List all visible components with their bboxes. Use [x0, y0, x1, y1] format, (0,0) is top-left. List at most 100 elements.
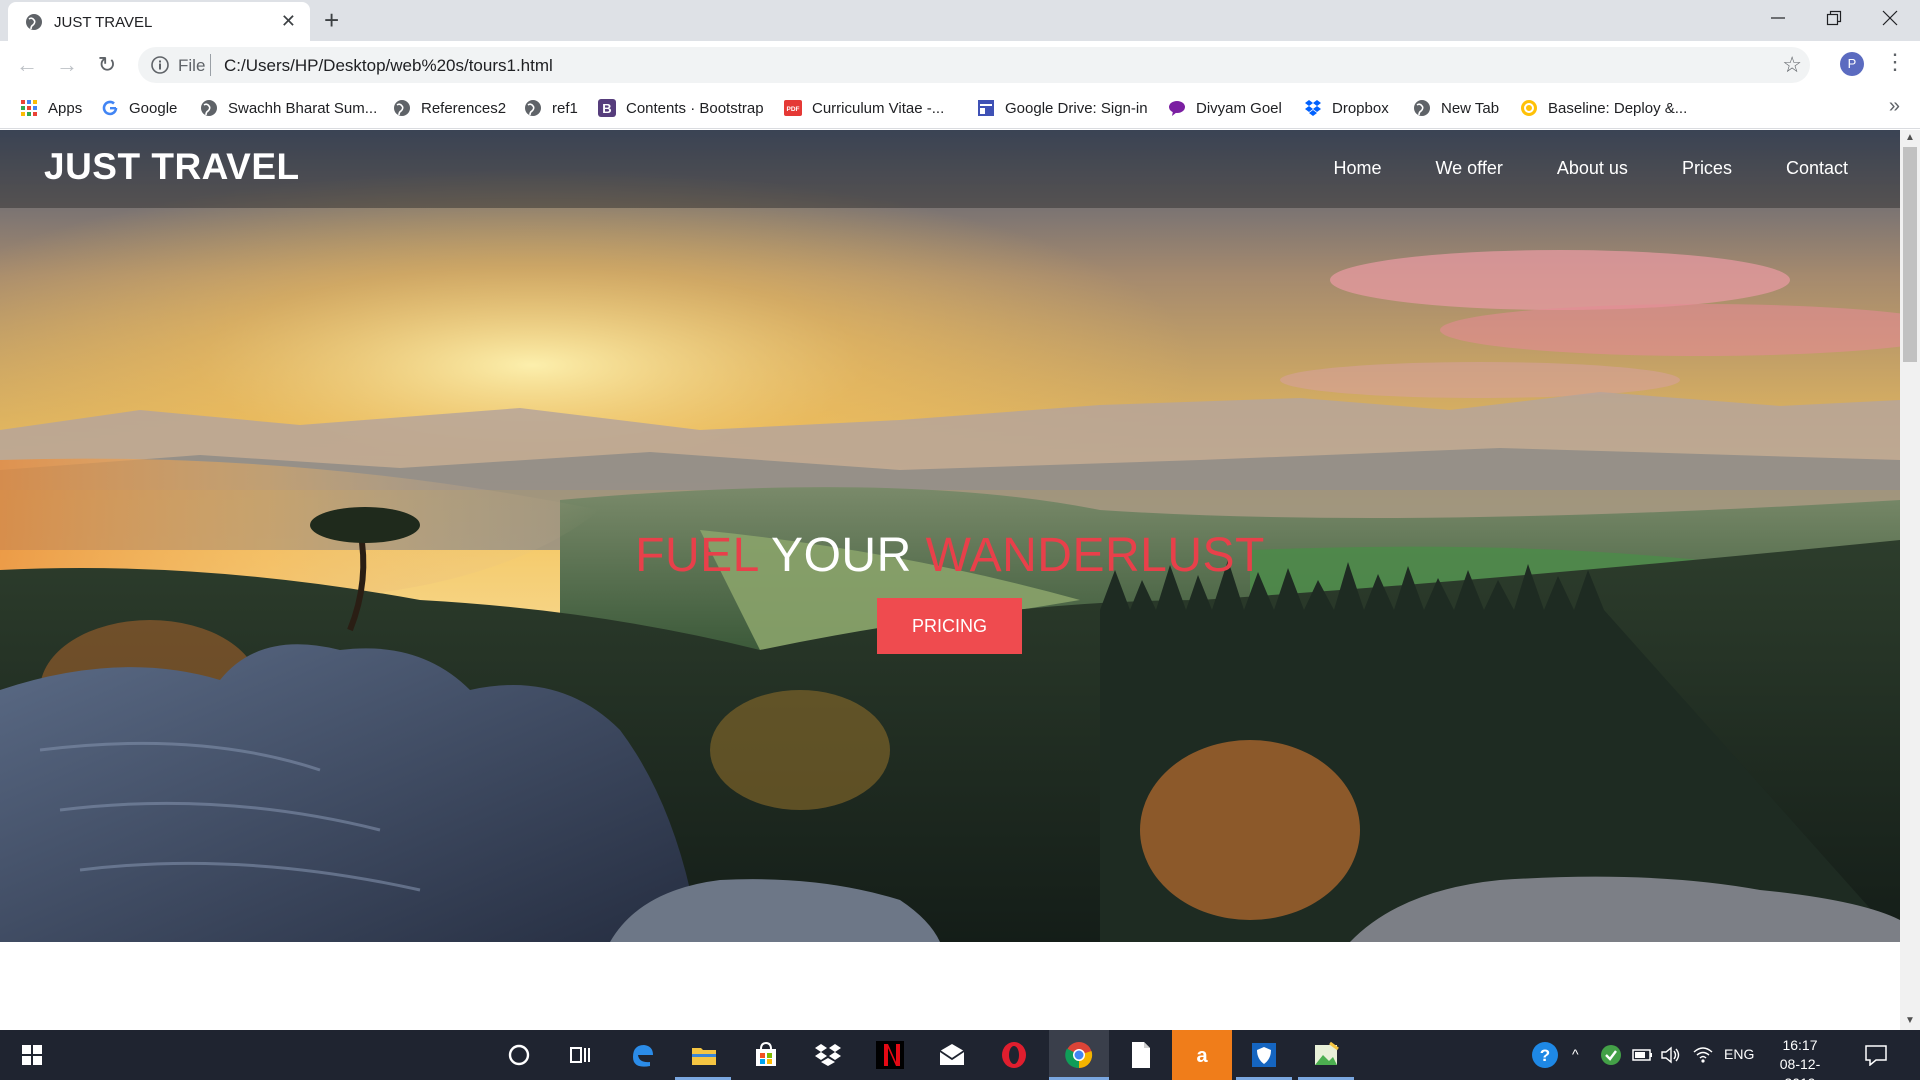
svg-text:PDF: PDF [787, 106, 800, 113]
scrollbar-thumb[interactable] [1903, 147, 1917, 362]
baseline-icon [1521, 100, 1537, 116]
edge-icon[interactable] [626, 1039, 658, 1071]
hero-section: JUST TRAVEL Home We offer About us Price… [0, 130, 1900, 942]
page-scrollbar[interactable]: ▲ ▼ [1900, 130, 1920, 1030]
nav-link-prices[interactable]: Prices [1682, 158, 1732, 179]
bookmark-dropbox[interactable]: Dropbox [1304, 99, 1389, 117]
bookmark-apps[interactable]: Apps [20, 99, 82, 117]
wifi-icon[interactable] [1692, 1045, 1714, 1065]
language-indicator[interactable]: ENG [1724, 1046, 1754, 1062]
notepad-icon[interactable] [1124, 1039, 1156, 1071]
browser-toolbar: ← → ↻ File C:/Users/HP/Desktop/web%20s/t… [0, 41, 1920, 89]
clock-time: 16:17 [1782, 1037, 1818, 1053]
url-scheme: File [178, 56, 206, 75]
bookmark-label: Google [129, 99, 178, 117]
mail-icon[interactable] [936, 1039, 968, 1071]
dropbox-icon [1305, 100, 1321, 116]
bookmark-label: Swachh Bharat Sum... [228, 99, 378, 117]
svg-text:B: B [602, 101, 611, 116]
bookmark-new-tab[interactable]: New Tab [1413, 99, 1499, 117]
bookmark-ref1[interactable]: ref1 [524, 99, 578, 117]
nav-link-home[interactable]: Home [1333, 158, 1381, 179]
bookmark-bootstrap[interactable]: B Contents · Bootstrap [598, 99, 764, 117]
pdf-icon: PDF [784, 100, 802, 116]
bookmark-label: Divyam Goel [1196, 99, 1282, 117]
hero-headline: FUEL YOUR WANDERLUST [0, 528, 1900, 583]
headline-word-your: YOUR [771, 529, 912, 582]
bookmark-google[interactable]: Google [101, 99, 177, 117]
globe-icon [525, 100, 541, 116]
help-icon[interactable]: ? [1530, 1040, 1560, 1070]
globe-icon [201, 100, 217, 116]
update-icon[interactable] [1600, 1044, 1622, 1066]
bookmark-label: Contents · Bootstrap [626, 99, 764, 117]
bookmark-label: Google Drive: Sign-in [1005, 99, 1148, 117]
profile-avatar[interactable]: P [1840, 52, 1864, 76]
globe-icon [394, 100, 410, 116]
bookmarks-bar: Apps Google Swachh Bharat Sum... Referen… [0, 89, 1920, 129]
file-explorer-icon[interactable] [688, 1039, 720, 1071]
forward-icon[interactable]: → [54, 52, 80, 78]
close-tab-icon[interactable]: ✕ [281, 12, 296, 30]
reload-icon[interactable]: ↻ [94, 52, 120, 78]
svg-text:a: a [1196, 1045, 1208, 1067]
bootstrap-icon: B [598, 99, 616, 117]
nav-link-contact[interactable]: Contact [1786, 158, 1848, 179]
bookmark-label: ref1 [552, 99, 578, 117]
bookmark-label: References2 [421, 99, 507, 117]
minimize-icon[interactable] [1770, 10, 1786, 26]
address-bar[interactable]: File C:/Users/HP/Desktop/web%20s/tours1.… [138, 47, 1810, 83]
tab-strip: JUST TRAVEL ✕ + [0, 0, 1920, 41]
bookmark-swachh-bharat[interactable]: Swachh Bharat Sum... [200, 99, 377, 117]
nav-link-about-us[interactable]: About us [1557, 158, 1628, 179]
bookmark-label: New Tab [1441, 99, 1500, 117]
cortana-icon[interactable] [503, 1039, 535, 1071]
google-icon [102, 100, 118, 116]
info-icon[interactable] [150, 55, 170, 75]
url-text[interactable]: C:/Users/HP/Desktop/web%20s/tours1.html [224, 56, 553, 76]
battery-icon[interactable] [1632, 1047, 1654, 1063]
security-icon[interactable] [1248, 1039, 1280, 1071]
chrome-icon[interactable] [1063, 1039, 1095, 1071]
browser-tab[interactable]: JUST TRAVEL ✕ [8, 2, 310, 41]
store-icon[interactable] [750, 1039, 782, 1071]
system-clock[interactable]: 16:17 08-12-2019 [1768, 1036, 1832, 1080]
scroll-down-icon[interactable]: ▼ [1905, 1015, 1915, 1026]
pricing-button[interactable]: PRICING [877, 598, 1022, 654]
bookmark-baseline[interactable]: Baseline: Deploy &... [1520, 99, 1687, 117]
drive-icon [978, 100, 994, 116]
bookmark-label: Dropbox [1332, 99, 1389, 117]
task-view-icon[interactable] [564, 1039, 596, 1071]
headline-word-fuel: FUEL [635, 529, 759, 582]
opera-icon[interactable] [998, 1039, 1030, 1071]
avast-icon[interactable]: a [1186, 1039, 1218, 1071]
show-hidden-icons-icon[interactable]: ^ [1572, 1046, 1579, 1062]
bookmark-references2[interactable]: References2 [393, 99, 506, 117]
netflix-icon[interactable] [874, 1039, 906, 1071]
dropbox-icon[interactable] [812, 1039, 844, 1071]
chat-icon [1169, 101, 1185, 116]
photos-icon[interactable] [1310, 1039, 1342, 1071]
bookmark-label: Apps [48, 99, 83, 117]
back-icon[interactable]: ← [14, 52, 40, 78]
bookmark-divyam-goel[interactable]: Divyam Goel [1168, 99, 1282, 117]
windows-start-icon[interactable] [16, 1039, 48, 1071]
address-divider [210, 54, 211, 76]
bookmark-star-icon[interactable]: ☆ [1782, 52, 1802, 78]
bookmark-label: Baseline: Deploy &... [1548, 99, 1688, 117]
bookmark-google-drive[interactable]: Google Drive: Sign-in [977, 99, 1148, 117]
browser-menu-icon[interactable]: ⋮ [1884, 49, 1906, 75]
bookmarks-overflow-icon[interactable]: » [1889, 95, 1900, 118]
clock-date: 08-12-2019 [1779, 1056, 1821, 1080]
close-window-icon[interactable] [1882, 10, 1898, 26]
bookmark-curriculum-vitae[interactable]: PDF Curriculum Vitae -... [784, 99, 944, 117]
scroll-up-icon[interactable]: ▲ [1905, 132, 1915, 143]
new-tab-button[interactable]: + [324, 6, 339, 34]
nav-link-we-offer[interactable]: We offer [1436, 158, 1503, 179]
apps-grid-icon [21, 100, 37, 116]
volume-icon[interactable] [1660, 1045, 1682, 1065]
bookmark-label: Curriculum Vitae -... [812, 99, 945, 117]
site-brand-logo[interactable]: JUST TRAVEL [44, 146, 300, 188]
notifications-icon[interactable] [1864, 1044, 1888, 1066]
restore-icon[interactable] [1826, 10, 1842, 26]
